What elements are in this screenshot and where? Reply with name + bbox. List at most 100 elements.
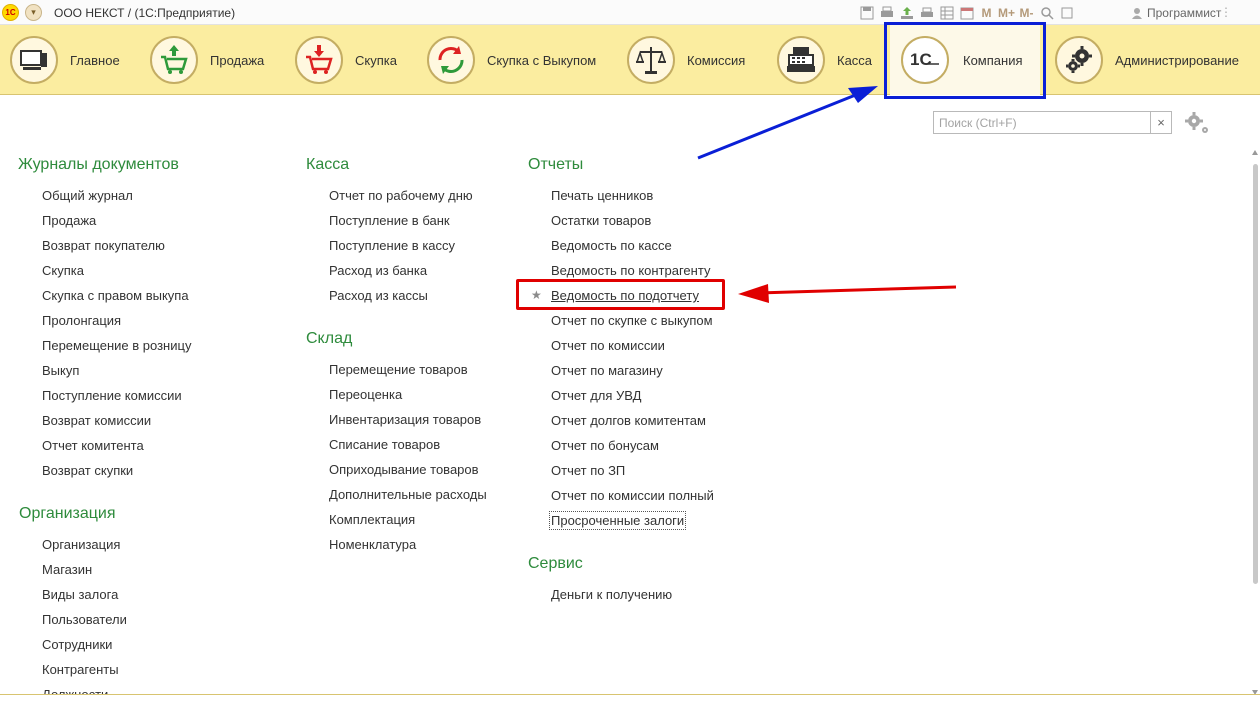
link-buyback-report[interactable]: Отчет по скупке с выкупом (551, 313, 713, 328)
upload-icon[interactable] (898, 4, 915, 21)
section-label: Комиссия (687, 52, 746, 68)
red-arrow-line (757, 285, 957, 295)
group-title-cash: Касса (306, 156, 350, 173)
current-user[interactable]: Программист (1131, 6, 1221, 20)
zoom-icon[interactable] (1038, 4, 1055, 21)
link-assembly[interactable]: Комплектация (329, 512, 415, 527)
memory-plus-button[interactable]: M+ (998, 4, 1015, 21)
link-inventory[interactable]: Инвентаризация товаров (329, 412, 481, 427)
link-general-journal[interactable]: Общий журнал (42, 188, 133, 203)
link-police-report[interactable]: Отчет для УВД (551, 388, 641, 403)
link-price-tags[interactable]: Печать ценников (551, 188, 653, 203)
link-stock-balance[interactable]: Остатки товаров (551, 213, 651, 228)
calendar-icon[interactable] (958, 4, 975, 21)
link-purchase-return[interactable]: Возврат скупки (42, 463, 133, 478)
link-purchase-buyback[interactable]: Скупка с правом выкупа (42, 288, 189, 303)
scroll-thumb[interactable] (1253, 164, 1258, 584)
link-cash-statement[interactable]: Ведомость по кассе (551, 238, 672, 253)
spreadsheet-icon[interactable] (938, 4, 955, 21)
link-bank-expense[interactable]: Расход из банка (329, 263, 427, 278)
fullscreen-icon[interactable] (1058, 4, 1075, 21)
title-bar: 1C ▾ ООО НЕКСТ / (1С:Предприятие) M M+ M… (0, 0, 1260, 25)
search-input[interactable]: Поиск (Ctrl+F) (933, 111, 1151, 134)
link-goods-transfer[interactable]: Перемещение товаров (329, 362, 468, 377)
link-commission-receipt[interactable]: Поступление комиссии (42, 388, 182, 403)
link-write-off[interactable]: Списание товаров (329, 437, 440, 452)
section-cash[interactable]: Касса (777, 25, 872, 95)
1c-app-icon[interactable]: 1C (2, 4, 19, 21)
section-sales[interactable]: Продажа (150, 25, 264, 95)
section-administration[interactable]: Администрирование (1055, 25, 1239, 95)
more-icon[interactable]: ⋮ (1220, 5, 1234, 19)
link-bonus-report[interactable]: Отчет по бонусам (551, 438, 659, 453)
section-label: Продажа (210, 52, 265, 68)
computer-icon (10, 36, 58, 84)
link-users[interactable]: Пользователи (42, 612, 127, 627)
link-committent-debts-report[interactable]: Отчет долгов комитентам (551, 413, 706, 428)
memory-button[interactable]: M (978, 4, 995, 21)
link-pledge-types[interactable]: Виды залога (42, 587, 118, 602)
group-title-service: Сервис (528, 555, 583, 572)
link-additional-expenses[interactable]: Дополнительные расходы (329, 487, 487, 502)
section-commission[interactable]: Комиссия (627, 25, 745, 95)
cycle-arrows-icon (427, 36, 475, 84)
annotation-highlight-accountable (516, 279, 725, 310)
section-label: Скупка с Выкупом (487, 52, 597, 68)
section-purchase[interactable]: Скупка (295, 25, 397, 95)
link-shop[interactable]: Магазин (42, 562, 92, 577)
link-revaluation[interactable]: Переоценка (329, 387, 402, 402)
link-commission-return[interactable]: Возврат комиссии (42, 413, 151, 428)
section-label: Администрирование (1115, 52, 1239, 68)
link-commission-report[interactable]: Отчет по комиссии (551, 338, 665, 353)
link-overdue-pledges[interactable]: Просроченные залоги (548, 511, 687, 530)
gears-icon (1055, 36, 1103, 84)
memory-minus-button[interactable]: M- (1018, 4, 1035, 21)
link-shop-report[interactable]: Отчет по магазину (551, 363, 663, 378)
section-label: Скупка (355, 52, 397, 68)
link-organization[interactable]: Организация (42, 537, 120, 552)
link-buyout[interactable]: Выкуп (42, 363, 79, 378)
link-workday-report[interactable]: Отчет по рабочему дню (329, 188, 473, 203)
red-arrow-head (738, 284, 769, 303)
section-purchase-buyback[interactable]: Скупка с Выкупом (427, 25, 596, 95)
vertical-scrollbar[interactable] (1251, 150, 1260, 695)
save-icon[interactable] (858, 4, 875, 21)
link-counterparty-statement[interactable]: Ведомость по контрагенту (551, 263, 710, 278)
group-title-journals: Журналы документов (18, 156, 179, 173)
link-money-to-receive[interactable]: Деньги к получению (551, 587, 672, 602)
search-clear-button[interactable]: × (1150, 111, 1172, 134)
settings-gear-icon[interactable] (1183, 110, 1211, 136)
scroll-up-icon[interactable] (1252, 150, 1258, 155)
bottom-strip (0, 695, 1260, 717)
link-purchase[interactable]: Скупка (42, 263, 84, 278)
user-icon (1131, 7, 1143, 19)
link-salary-report[interactable]: Отчет по ЗП (551, 463, 625, 478)
link-retail-transfer[interactable]: Перемещение в розницу (42, 338, 191, 353)
link-counterparties[interactable]: Контрагенты (42, 662, 119, 677)
section-label: Касса (837, 52, 873, 68)
main-menu-button[interactable]: ▾ (25, 4, 42, 21)
link-prolongation[interactable]: Пролонгация (42, 313, 121, 328)
link-customer-return[interactable]: Возврат покупателю (42, 238, 165, 253)
section-main[interactable]: Главное (10, 25, 120, 95)
link-cash-receipt[interactable]: Поступление в кассу (329, 238, 455, 253)
print-preview-icon[interactable] (918, 4, 935, 21)
user-name: Программист (1147, 6, 1222, 20)
link-cash-expense[interactable]: Расход из кассы (329, 288, 428, 303)
sections-panel: Главное Продажа Скупка Скупка с Выкупом … (0, 25, 1260, 95)
link-bank-receipt[interactable]: Поступление в банк (329, 213, 450, 228)
annotation-highlight-company (884, 22, 1046, 99)
cart-down-icon (295, 36, 343, 84)
cash-register-icon (777, 36, 825, 84)
link-full-commission-report[interactable]: Отчет по комиссии полный (551, 488, 714, 503)
cart-up-icon (150, 36, 198, 84)
link-sale[interactable]: Продажа (42, 213, 96, 228)
link-committent-report[interactable]: Отчет комитента (42, 438, 144, 453)
link-employees[interactable]: Сотрудники (42, 637, 112, 652)
annotation-arrows (697, 86, 957, 303)
window-title: ООО НЕКСТ / (1С:Предприятие) (54, 6, 236, 20)
print-icon[interactable] (878, 4, 895, 21)
link-goods-posting[interactable]: Оприходывание товаров (329, 462, 479, 477)
group-title-organization: Организация (19, 505, 116, 522)
link-nomenclature[interactable]: Номенклатура (329, 537, 416, 552)
